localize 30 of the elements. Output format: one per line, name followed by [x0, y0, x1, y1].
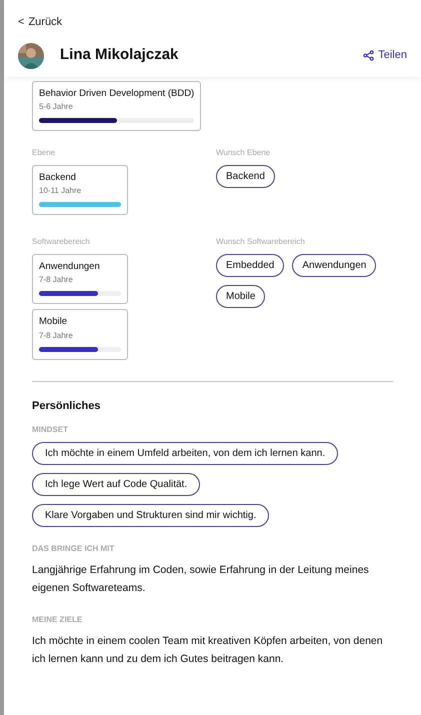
skill-years: 7-8 Jahre — [39, 274, 74, 286]
section-label: MEINE ZIELE — [32, 614, 84, 626]
skill-years: 10-11 Jahre — [39, 185, 82, 197]
section-label: Ebene — [32, 146, 56, 159]
skill-years: 7-8 Jahre — [39, 330, 74, 342]
wish-tag: Anwendungen — [292, 254, 376, 277]
skill-title: Backend — [39, 170, 77, 185]
back-link[interactable]: < Zurück — [18, 14, 62, 30]
mindset-tag: Ich lege Wert auf Code Qualität. — [32, 473, 200, 496]
skill-title: Mobile — [39, 315, 68, 330]
share-link[interactable]: Teilen — [363, 47, 407, 64]
section-title: Persönliches — [32, 398, 102, 414]
wish-tag: Backend — [216, 164, 275, 188]
skill-title: Anwendungen — [39, 260, 101, 274]
back-icon: < — [18, 14, 24, 30]
section-label: Wunsch Ebene — [216, 146, 272, 159]
wish-tag: Embedded — [216, 254, 284, 277]
section-label: Softwarebereich — [32, 236, 91, 248]
section-label: Wunsch Softwarebereich — [216, 236, 306, 248]
section-label: DAS BRINGE ICH MIT — [32, 543, 116, 555]
share-icon — [363, 50, 374, 61]
profile-name: Lina Mikolajczak — [60, 45, 178, 66]
skill-title: Behavior Driven Development (BDD) — [39, 86, 194, 100]
wish-tag: Mobile — [216, 285, 266, 308]
skill-years: 5-6 Jahre — [39, 100, 74, 113]
mindset-tag: Klare Vorgaben und Strukturen sind mir wichtig. — [32, 504, 270, 527]
section-label: MINDSET — [32, 424, 69, 436]
paragraph: Ich möchte in einem coolen Team mit kreativen Köpfen arbeiten, von denen ich lernen kann und zu dem ich Gutes beitragen kann. — [32, 634, 384, 668]
mindset-tag: Ich möchte in einem Umfeld arbeiten, von dem ich lernen kann. — [32, 442, 338, 465]
paragraph: Langjährige Erfahrung im Coden, sowie Erfahrung in der Leitung meines eigenen Softwareteams. — [32, 563, 370, 596]
